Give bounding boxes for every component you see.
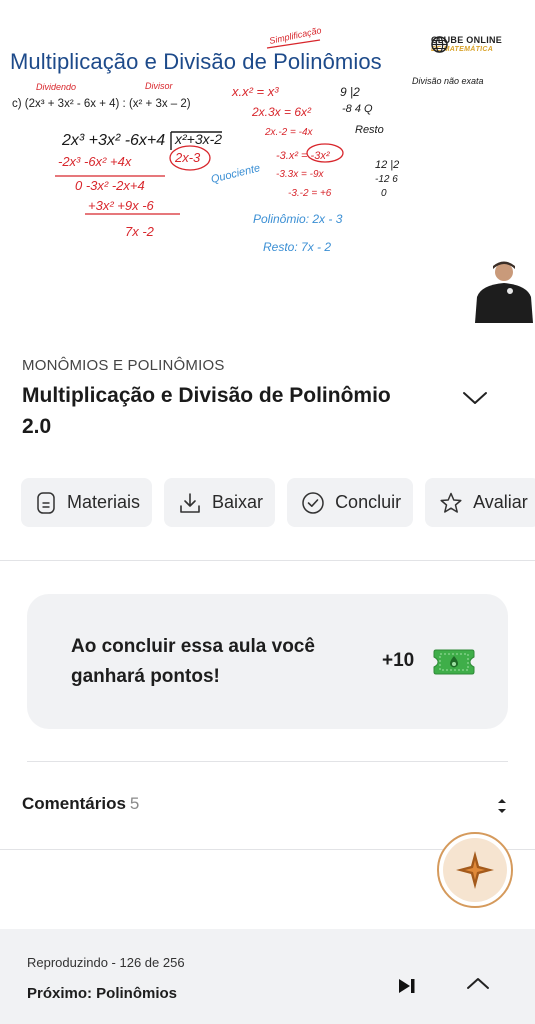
points-value: +10 bbox=[382, 650, 415, 671]
ticket-icon bbox=[433, 649, 475, 675]
svg-text:-3.-2 = +6: -3.-2 = +6 bbox=[288, 188, 332, 199]
note-divisor: Divisor bbox=[145, 81, 174, 91]
svg-text:0 -3x² -2x+4: 0 -3x² -2x+4 bbox=[75, 178, 145, 193]
svg-text:-3.3x = -9x: -3.3x = -9x bbox=[276, 169, 325, 180]
compass-star-icon bbox=[456, 851, 494, 889]
svg-text:12 |2: 12 |2 bbox=[375, 159, 399, 171]
materials-button[interactable]: Materiais bbox=[21, 478, 153, 527]
svg-text:2x-3: 2x-3 bbox=[174, 150, 201, 165]
playing-status: Reproduzindo - 126 de 256 bbox=[27, 955, 185, 970]
svg-text:2x.-2 = -4x: 2x.-2 = -4x bbox=[264, 127, 314, 138]
action-bar: Materiais Baixar Concluir Avaliar bbox=[21, 478, 535, 528]
points-message: Ao concluir essa aula você ganhará ponto… bbox=[71, 636, 315, 687]
sort-icon[interactable] bbox=[495, 796, 509, 816]
comments-header[interactable]: Comentários 5 bbox=[22, 794, 139, 814]
complete-button[interactable]: Concluir bbox=[287, 478, 414, 527]
note-quociente: Quociente bbox=[210, 162, 262, 186]
note-simplificacao: Simplificação bbox=[268, 25, 322, 46]
rate-label: Avaliar bbox=[473, 492, 528, 512]
svg-text:-8 4 Q: -8 4 Q bbox=[342, 103, 373, 115]
divider bbox=[0, 560, 535, 561]
svg-text:7x -2: 7x -2 bbox=[125, 224, 155, 239]
comments-label: Comentários bbox=[22, 794, 126, 813]
comments-count: 5 bbox=[129, 794, 140, 813]
lesson-title: Multiplicação e Divisão de Polinômio 2.0 bbox=[22, 384, 391, 438]
star-outline-icon bbox=[440, 492, 462, 513]
divider bbox=[27, 761, 508, 762]
lesson-category: MONÔMIOS E POLINÔMIOS bbox=[22, 357, 225, 374]
svg-text:2x.3x = 6x²: 2x.3x = 6x² bbox=[251, 105, 312, 119]
svg-text:x.x² = x³: x.x² = x³ bbox=[231, 84, 279, 99]
svg-text:-3.x² = -3x²: -3.x² = -3x² bbox=[276, 150, 330, 162]
chevron-up-icon[interactable] bbox=[465, 975, 491, 993]
chevron-down-icon[interactable] bbox=[460, 386, 490, 410]
svg-text:x²+3x-2: x²+3x-2 bbox=[174, 131, 222, 147]
presenter-avatar bbox=[475, 261, 533, 323]
document-icon bbox=[37, 491, 55, 514]
now-playing-bar[interactable]: Reproduzindo - 126 de 256 Próximo: Polin… bbox=[0, 929, 535, 1024]
note-divisao-nao-exata: Divisão não exata bbox=[412, 76, 484, 86]
materials-label: Materiais bbox=[67, 492, 141, 512]
svg-text:0: 0 bbox=[381, 188, 387, 199]
rate-button[interactable]: Avaliar bbox=[425, 478, 535, 527]
svg-text:-12 6: -12 6 bbox=[375, 174, 398, 185]
svg-text:-2x³ -6x² +4x: -2x³ -6x² +4x bbox=[58, 154, 132, 169]
note-polinomio: Polinômio: 2x - 3 bbox=[253, 212, 343, 226]
svg-text:+3x² +9x -6: +3x² +9x -6 bbox=[88, 198, 155, 213]
next-lesson: Próximo: Polinômios bbox=[27, 985, 178, 1002]
download-label: Baixar bbox=[212, 492, 264, 512]
download-icon bbox=[180, 492, 200, 513]
note-resto: Resto bbox=[355, 124, 384, 136]
download-button[interactable]: Baixar bbox=[164, 478, 276, 527]
points-card: Ao concluir essa aula você ganhará ponto… bbox=[27, 594, 508, 729]
note-dividendo: Dividendo bbox=[36, 82, 76, 92]
svg-text:9 |2: 9 |2 bbox=[340, 85, 360, 99]
check-circle-icon bbox=[302, 491, 324, 514]
video-player[interactable]: Multiplicação e Divisão de Polinômios CL… bbox=[0, 0, 535, 323]
skip-next-icon[interactable] bbox=[397, 977, 417, 995]
svg-text:2x³ +3x² -6x+4: 2x³ +3x² -6x+4 bbox=[61, 132, 165, 149]
whiteboard-annotations: Dividendo Divisor Simplificação x.x² = x… bbox=[36, 25, 484, 254]
complete-label: Concluir bbox=[335, 492, 402, 512]
rewards-fab-button[interactable] bbox=[437, 832, 513, 908]
note-resto-final: Resto: 7x - 2 bbox=[263, 240, 331, 254]
